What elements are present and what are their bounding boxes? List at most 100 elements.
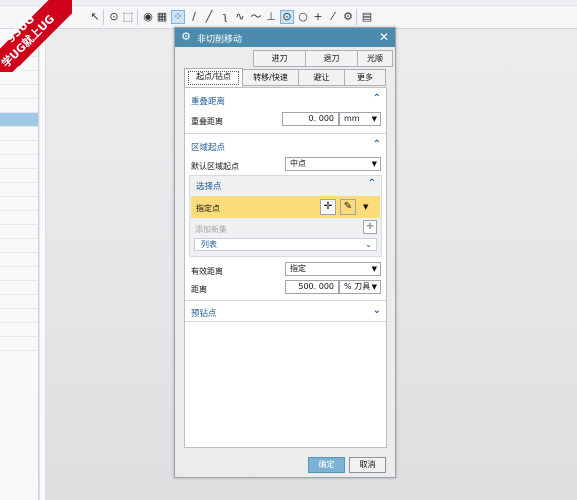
dialog-titlebar[interactable]: ⚙ 非切削移动 ✕ bbox=[175, 28, 395, 47]
tab-transfer-rapid[interactable]: 转移/快速 bbox=[242, 69, 299, 86]
distance-label: 距离 bbox=[191, 285, 207, 294]
overlap-distance-input[interactable]: 0. 000 bbox=[282, 112, 339, 126]
navigator-row[interactable] bbox=[0, 197, 38, 211]
add-new-set-label: 添加新集 bbox=[195, 225, 227, 234]
navigator-row[interactable] bbox=[0, 155, 38, 169]
distance-unit-select[interactable]: % 刀具 ▼ bbox=[339, 280, 381, 294]
navigator-row[interactable] bbox=[0, 309, 38, 323]
tab-engage[interactable]: 进刀 bbox=[253, 50, 306, 67]
navigator-row[interactable] bbox=[0, 267, 38, 281]
toolbar-separator bbox=[103, 9, 104, 25]
tab-start-drill-points[interactable]: 起点/钻点 bbox=[184, 68, 243, 88]
navigator-row[interactable] bbox=[0, 337, 38, 351]
default-region-start-select[interactable]: 中点 ▼ bbox=[285, 157, 381, 171]
navigator-row[interactable] bbox=[0, 225, 38, 239]
navigator-row[interactable] bbox=[0, 85, 38, 99]
specify-point-label: 指定点 bbox=[196, 204, 220, 213]
center-icon[interactable]: ⊙ bbox=[280, 10, 294, 24]
dialog-title: 非切削移动 bbox=[197, 35, 243, 45]
predrill-section-header[interactable]: 预钻点 ⌄ bbox=[185, 304, 386, 320]
point-dialog-icon[interactable]: ✛ bbox=[320, 199, 336, 215]
line-icon[interactable]: / bbox=[187, 10, 201, 24]
part-navigator bbox=[0, 29, 39, 500]
tab-smoothing[interactable]: 光顺 bbox=[357, 50, 393, 67]
navigator-row[interactable] bbox=[0, 71, 38, 85]
navigator-row[interactable] bbox=[0, 141, 38, 155]
navigator-scrollbar[interactable] bbox=[40, 29, 46, 500]
toolbar-separator bbox=[356, 9, 357, 25]
select-point-header[interactable]: 选择点 ⌃ bbox=[190, 177, 381, 193]
list-expander[interactable]: 列表 ⌄ bbox=[194, 238, 377, 251]
section-divider bbox=[185, 300, 386, 301]
navigator-row[interactable] bbox=[0, 239, 38, 253]
distance-input[interactable]: 500. 000 bbox=[285, 280, 339, 294]
chevron-down-icon: ▼ bbox=[371, 160, 377, 168]
tab-avoidance[interactable]: 避让 bbox=[298, 69, 345, 86]
navigator-row[interactable] bbox=[0, 169, 38, 183]
navigator-row[interactable] bbox=[0, 127, 38, 141]
navigator-row[interactable] bbox=[0, 281, 38, 295]
tab-content-panel: 重叠距离 ⌃ 重叠距离 0. 000 mm ▼ 区域起点 ⌃ 默认区域起点 中点… bbox=[184, 87, 387, 448]
navigator-row[interactable] bbox=[0, 211, 38, 225]
tab-more[interactable]: 更多 bbox=[344, 69, 386, 86]
overlap-unit-select[interactable]: mm ▼ bbox=[339, 112, 381, 126]
navigator-row[interactable] bbox=[0, 323, 38, 337]
copy-icon[interactable]: ▤ bbox=[360, 10, 374, 24]
slash-icon[interactable]: ⁄ bbox=[326, 10, 340, 24]
plus-icon[interactable]: + bbox=[311, 10, 325, 24]
default-region-start-label: 默认区域起点 bbox=[191, 162, 239, 171]
tab-retract[interactable]: 退刀 bbox=[305, 50, 358, 67]
rect-select-icon[interactable]: ⬚ bbox=[121, 10, 135, 24]
select-point-group: 选择点 ⌃ 指定点 ✛ ✎ ▼ 添加新集 ✚ 列表 ⌄ bbox=[189, 175, 382, 257]
navigator-row[interactable] bbox=[0, 99, 38, 113]
ok-button[interactable]: 确定 bbox=[308, 457, 345, 473]
cube-icon[interactable]: ▦ bbox=[155, 10, 169, 24]
spline-icon[interactable]: ∿ bbox=[233, 10, 247, 24]
navigator-row-selected[interactable] bbox=[0, 113, 38, 127]
wave-icon[interactable]: ～ bbox=[249, 10, 263, 24]
watermark-logo: 9SUG 学UG就上UG网 bbox=[0, 0, 72, 72]
region-start-section-title: 区域起点 bbox=[191, 143, 226, 153]
overlap-unit-value: mm bbox=[344, 114, 360, 123]
curve-icon[interactable]: ʅ bbox=[218, 10, 232, 24]
chevron-down-icon[interactable]: ▼ bbox=[363, 203, 368, 211]
add-new-set-icon[interactable]: ✚ bbox=[363, 220, 377, 234]
chevron-down-icon: ▼ bbox=[371, 265, 377, 273]
circle-icon[interactable]: ⊙ bbox=[107, 10, 121, 24]
snap-icon[interactable]: ↖ bbox=[88, 10, 102, 24]
perpendicular-icon[interactable]: ⊥ bbox=[264, 10, 278, 24]
cancel-button[interactable]: 取消 bbox=[349, 457, 386, 473]
toolbar-strip bbox=[0, 0, 577, 6]
chevron-down-icon: ⌄ bbox=[365, 240, 372, 249]
chevron-down-icon[interactable]: ⌄ bbox=[373, 305, 381, 316]
gear2-icon[interactable]: ⚙ bbox=[341, 10, 355, 24]
section-divider bbox=[185, 321, 386, 322]
navigator-row[interactable] bbox=[0, 295, 38, 309]
overlap-section-header[interactable]: 重叠距离 ⌃ bbox=[185, 92, 386, 108]
main-toolbar: ↖ ⊙ ⬚ ◉ ▦ ⁘ / ╱ ʅ ∿ ～ ⊥ ⊙ ○ + ⁄ ⚙ ▤ bbox=[0, 0, 577, 29]
overlap-section-title: 重叠距离 bbox=[191, 97, 226, 107]
chevron-up-icon[interactable]: ⌃ bbox=[373, 93, 381, 104]
line2-icon[interactable]: ╱ bbox=[202, 10, 216, 24]
chevron-up-icon[interactable]: ⌃ bbox=[368, 178, 376, 189]
circle2-icon[interactable]: ○ bbox=[296, 10, 310, 24]
region-start-section-header[interactable]: 区域起点 ⌃ bbox=[185, 138, 386, 154]
gear-icon: ⚙ bbox=[181, 30, 191, 43]
default-region-start-value: 中点 bbox=[290, 159, 306, 168]
effective-distance-select[interactable]: 指定 ▼ bbox=[285, 262, 381, 276]
list-label: 列表 bbox=[201, 240, 217, 249]
point-inference-icon[interactable]: ✎ bbox=[340, 199, 356, 215]
distance-unit-value: % 刀具 bbox=[344, 282, 371, 291]
navigator-row[interactable] bbox=[0, 183, 38, 197]
navigator-row[interactable] bbox=[0, 253, 38, 267]
select-point-title: 选择点 bbox=[196, 182, 222, 192]
non-cutting-moves-dialog: ⚙ 非切削移动 ✕ 进刀 退刀 光顺 起点/钻点 转移/快速 避让 更多 重叠距… bbox=[174, 27, 396, 478]
tab-focus-ring bbox=[188, 71, 239, 85]
chevron-up-icon[interactable]: ⌃ bbox=[373, 139, 381, 150]
close-icon[interactable]: ✕ bbox=[379, 30, 389, 44]
grid-icon[interactable]: ⁘ bbox=[171, 10, 185, 24]
specify-point-row[interactable]: 指定点 ✛ ✎ ▼ bbox=[191, 196, 380, 218]
chevron-down-icon: ▼ bbox=[371, 115, 377, 123]
view-icon[interactable]: ◉ bbox=[141, 10, 155, 24]
overlap-distance-label: 重叠距离 bbox=[191, 117, 223, 126]
